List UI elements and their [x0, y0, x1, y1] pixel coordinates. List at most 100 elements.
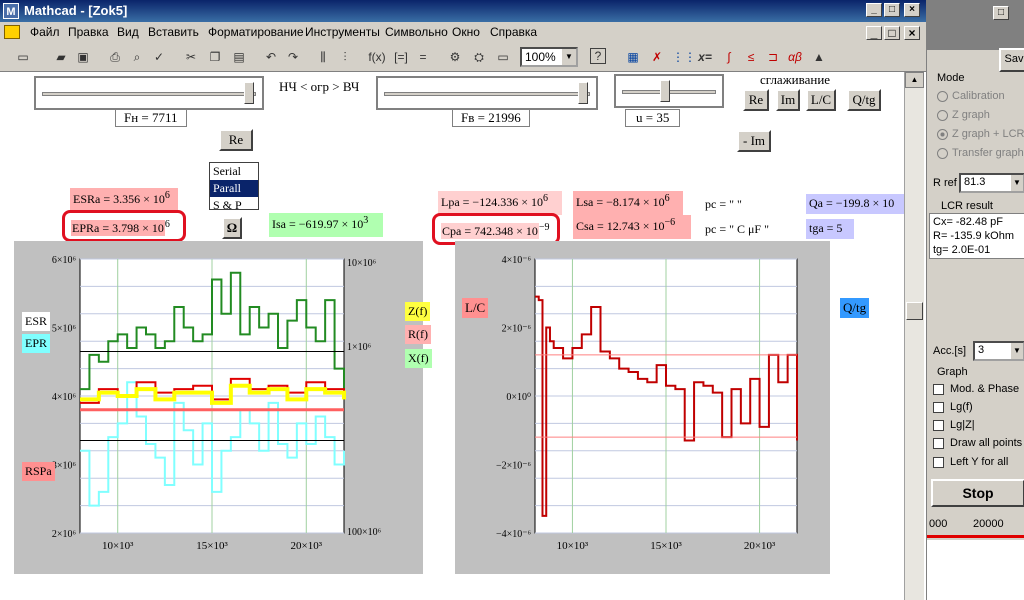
im-button[interactable]: Im [776, 89, 800, 111]
zoom-select[interactable]: 100% ▼ [520, 47, 578, 67]
menu-tools[interactable]: Инструменты [305, 25, 380, 39]
paste-icon[interactable]: ▤ [230, 48, 248, 66]
lc-button[interactable]: L/C [806, 89, 836, 111]
scroll-up-button[interactable]: ▲ [905, 72, 924, 88]
align-icon[interactable]: ⫼ [314, 48, 332, 66]
resource-icon[interactable]: ⛭ [470, 48, 488, 66]
boolean-icon[interactable]: ≤ [742, 48, 760, 66]
component-icon[interactable]: ⚙ [446, 48, 464, 66]
calculator-icon[interactable]: ▦ [624, 48, 642, 66]
omega-button[interactable]: Ω [222, 217, 242, 239]
lcr-result-title: LCR result [941, 200, 993, 212]
mode-z-graph-lcr[interactable]: Z graph + LCR [937, 128, 1024, 140]
listbox-item-parall[interactable]: Parall [210, 180, 258, 197]
mode-transfer-graph[interactable]: Transfer graph [937, 147, 1024, 159]
radio-selected-icon [937, 128, 948, 140]
chevron-down-icon[interactable]: ▼ [1011, 343, 1023, 359]
preview-icon[interactable]: ⌕ [128, 48, 146, 66]
radio-icon [937, 90, 948, 102]
open-icon[interactable]: ▰ [52, 48, 70, 66]
menu-view[interactable]: Вид [117, 25, 139, 39]
menu-insert[interactable]: Вставить [148, 25, 199, 39]
check-left-y[interactable]: Left Y for all [933, 456, 1008, 468]
qtg-button[interactable]: Q/tg [847, 89, 881, 111]
menu-window[interactable]: Окно [452, 25, 480, 39]
fn-slider[interactable] [34, 76, 264, 110]
re-button-2[interactable]: Re [219, 129, 253, 151]
right-chart[interactable]: 10×10³ 15×10³ 20×10³ 4×10⁻⁶ 2×10⁻⁶ 0×10⁰ −2×10… [455, 241, 830, 574]
close-button[interactable]: × [904, 3, 920, 17]
radio-icon [937, 109, 948, 121]
menu-file[interactable]: Файл [30, 25, 60, 39]
programming-icon[interactable]: ⊐ [764, 48, 782, 66]
listbox-item-s-and-p[interactable]: S & P [210, 197, 258, 214]
save-icon[interactable]: ▣ [74, 48, 92, 66]
panel-maximize-button[interactable]: □ [993, 6, 1009, 20]
fv-slider[interactable] [376, 76, 598, 110]
listbox-item-serial[interactable]: Serial [210, 163, 258, 180]
check-lg-f[interactable]: Lg(f) [933, 401, 973, 413]
u-slider-thumb[interactable] [660, 80, 670, 102]
menu-bar: Файл Правка Вид Вставить Форматирование … [0, 22, 926, 42]
units-icon[interactable]: [=] [392, 48, 410, 66]
result-r: R= -135.9 kOhm [933, 230, 1015, 242]
minus-im-button[interactable]: - Im [737, 130, 771, 152]
topology-listbox[interactable]: Serial Parall S & P [209, 162, 259, 212]
cut-icon[interactable]: ✂ [182, 48, 200, 66]
fn-slider-thumb[interactable] [244, 82, 254, 104]
mode-z-graph[interactable]: Z graph [937, 109, 990, 121]
minimize-button[interactable]: _ [866, 3, 882, 17]
x-tick-label: 15×10³ [650, 540, 682, 552]
check-draw-all[interactable]: Draw all points [933, 437, 1022, 449]
app-icon: M [3, 3, 19, 19]
doc-restore-button[interactable]: □ [884, 26, 900, 40]
zoom-value: 100% [525, 50, 556, 64]
copy-icon[interactable]: ❐ [206, 48, 224, 66]
graph-icon[interactable]: ✗ [648, 48, 666, 66]
help-icon[interactable]: ? [590, 48, 606, 64]
chevron-down-icon[interactable]: ▼ [562, 49, 576, 65]
calculus-icon[interactable]: ∫ [720, 48, 738, 66]
left-chart[interactable]: 10×10³ 15×10³ 20×10³ 6×10⁶ 5×10⁶ 4×10⁶ 3×10⁶ 2×… [14, 241, 423, 574]
y2-tick-label: 10×10⁶ [347, 258, 377, 269]
u-slider[interactable] [614, 74, 724, 108]
scroll-thumb[interactable] [906, 302, 923, 320]
acc-input[interactable]: 3 ▼ [973, 341, 1024, 361]
symbolic-icon[interactable]: ▲ [810, 48, 828, 66]
menu-format[interactable]: Форматирование [208, 25, 304, 39]
maximize-button[interactable]: □ [884, 3, 900, 17]
evaluation-icon[interactable]: x= [696, 48, 714, 66]
calculate-icon[interactable]: = [414, 48, 432, 66]
insert-region-icon[interactable]: ▭ [494, 48, 512, 66]
doc-icon[interactable] [4, 25, 20, 39]
chevron-down-icon[interactable]: ▼ [1011, 175, 1023, 191]
rref-input[interactable]: 81.3 ▼ [959, 173, 1024, 193]
redo-icon[interactable]: ↷ [284, 48, 302, 66]
spellcheck-icon[interactable]: ✓ [150, 48, 168, 66]
save-button[interactable]: Sav [999, 48, 1024, 72]
y-tick-label: 4×10⁶ [52, 392, 77, 403]
esra-equation: ESRa = 3.356 × 106 [70, 188, 178, 210]
print-icon[interactable]: ⎙ [106, 48, 124, 66]
menu-edit[interactable]: Правка [68, 25, 109, 39]
qtg-label[interactable]: Q/tg [840, 298, 870, 318]
stop-button[interactable]: Stop [931, 479, 1024, 507]
doc-minimize-button[interactable]: _ [866, 26, 882, 40]
check-mod-phase[interactable]: Mod. & Phase [933, 383, 1019, 395]
re-button[interactable]: Re [743, 89, 769, 111]
vertical-scrollbar[interactable]: ▲ [904, 72, 924, 600]
align-vert-icon[interactable]: ⫶ [336, 48, 354, 66]
y-tick-label: 6×10⁶ [52, 255, 77, 266]
fv-slider-thumb[interactable] [578, 82, 588, 104]
matrix-icon[interactable]: ⋮⋮ [672, 48, 696, 66]
check-lg-z[interactable]: Lg|Z| [933, 419, 975, 431]
panel-bottom [927, 540, 1024, 600]
menu-symbolic[interactable]: Символьно [385, 25, 448, 39]
greek-icon[interactable]: αβ [786, 48, 804, 66]
function-icon[interactable]: f(x) [368, 48, 386, 66]
undo-icon[interactable]: ↶ [262, 48, 280, 66]
menu-help[interactable]: Справка [490, 25, 537, 39]
mode-calibration[interactable]: Calibration [937, 90, 1005, 102]
new-icon[interactable]: ▭ [14, 48, 32, 66]
doc-close-button[interactable]: × [904, 26, 920, 40]
